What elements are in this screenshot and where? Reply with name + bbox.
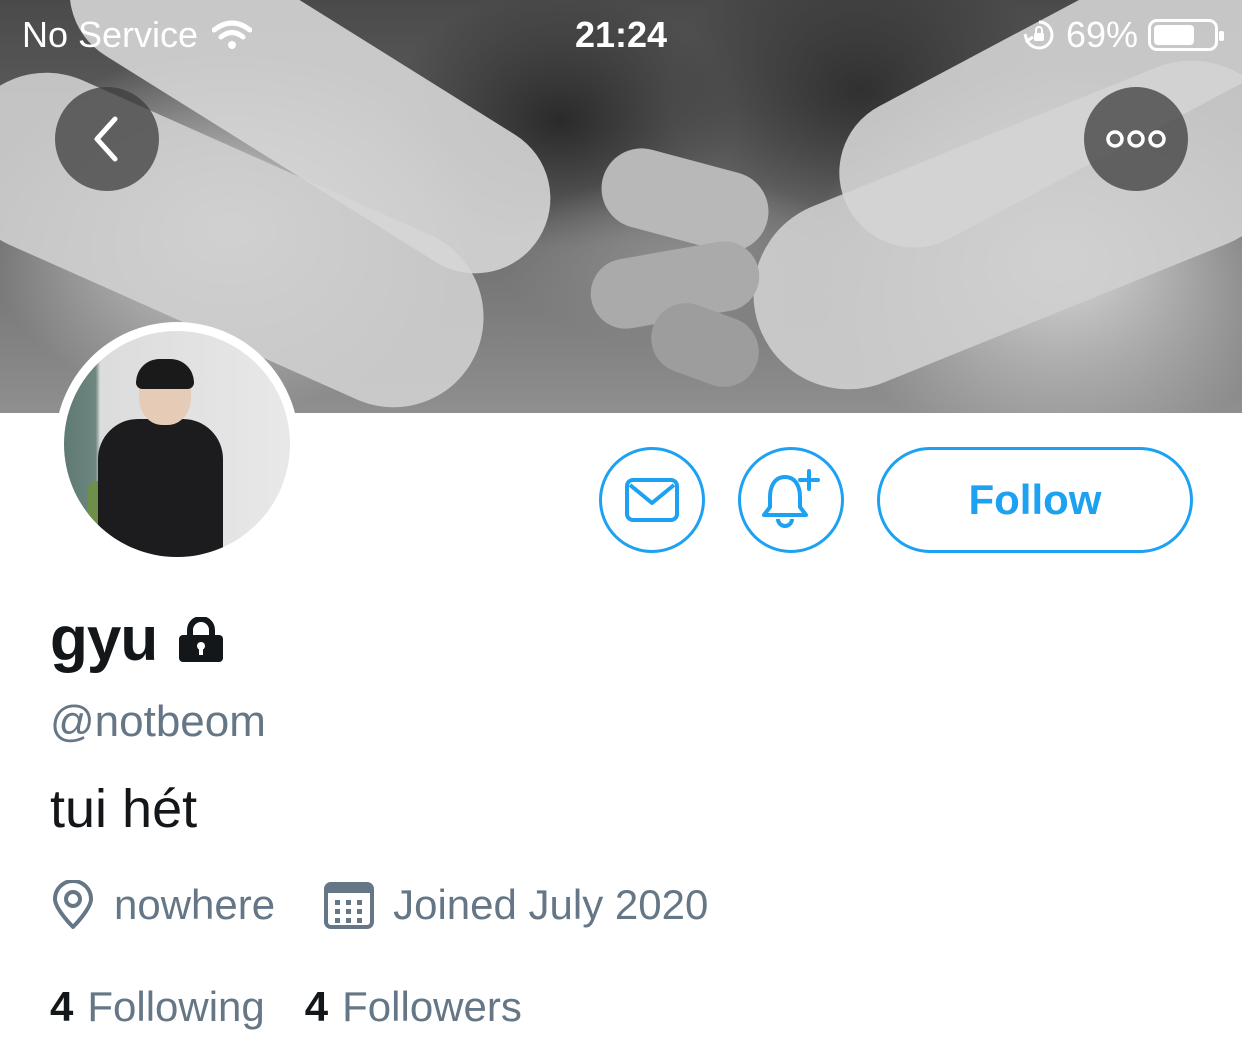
bell-plus-icon	[762, 469, 820, 528]
username-handle: @notbeom	[50, 697, 266, 746]
lock-icon	[179, 616, 224, 662]
profile-stats: 4 Following 4 Followers	[50, 983, 522, 1031]
location-pin-icon	[53, 880, 93, 929]
more-options-button[interactable]	[1084, 87, 1188, 191]
calendar-icon	[324, 882, 375, 929]
follow-button[interactable]: Follow	[877, 447, 1193, 553]
followers-count: 4	[304, 983, 329, 1030]
joined-item: Joined July 2020	[323, 880, 708, 930]
battery-icon	[1148, 19, 1224, 51]
profile-meta: nowhere Joined July 2020	[50, 880, 708, 930]
status-bar: No Service 21:24 69%	[0, 0, 1242, 70]
display-name: gyu	[50, 605, 158, 674]
location-item: nowhere	[50, 880, 275, 930]
location-label: nowhere	[114, 881, 276, 928]
message-button[interactable]	[599, 447, 705, 553]
following-label: Following	[87, 983, 265, 1030]
profile-avatar[interactable]	[55, 322, 299, 566]
profile-bio: tui hét	[50, 779, 198, 839]
joined-date-label: Joined July 2020	[393, 881, 709, 928]
back-button[interactable]	[55, 87, 159, 191]
more-horizontal-icon	[1106, 130, 1166, 148]
chevron-left-icon	[94, 116, 118, 162]
envelope-icon	[625, 478, 679, 522]
display-name-row: gyu	[50, 604, 227, 675]
followers-link[interactable]: 4 Followers	[305, 983, 522, 1031]
rotation-lock-icon	[1023, 20, 1054, 50]
following-link[interactable]: 4 Following	[50, 983, 265, 1031]
following-count: 4	[50, 983, 74, 1030]
followers-label: Followers	[342, 983, 522, 1030]
avatar-image	[64, 331, 290, 557]
battery-percent: 69%	[1065, 14, 1138, 55]
notifications-button[interactable]	[738, 447, 844, 553]
